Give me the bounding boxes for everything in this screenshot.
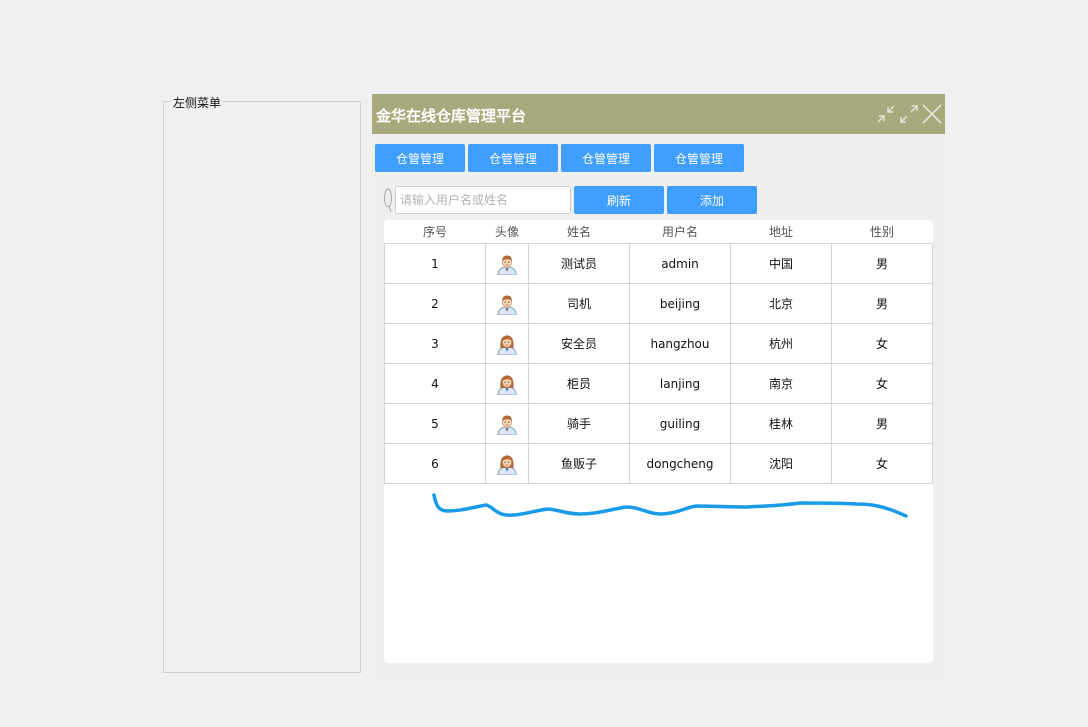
window-title: 金华在线仓库管理平台 (376, 107, 527, 125)
table-row[interactable]: 3 安全员 hangzhou 杭州 女 (384, 323, 933, 364)
table-header-row: 序号 头像 姓名 用户名 地址 性别 (384, 220, 933, 244)
header-name[interactable]: 姓名 (528, 220, 630, 244)
cell-gender: 女 (831, 323, 933, 364)
cell-avatar (485, 443, 529, 484)
search-input[interactable] (395, 186, 571, 214)
header-gender[interactable]: 性别 (831, 220, 933, 244)
cell-address: 南京 (730, 363, 832, 404)
cell-name: 鱼贩子 (528, 443, 630, 484)
cell-address: 沈阳 (730, 443, 832, 484)
male-avatar-icon (497, 295, 517, 315)
header-username[interactable]: 用户名 (629, 220, 731, 244)
cell-avatar (485, 323, 529, 364)
cell-username: lanjing (629, 363, 731, 404)
cell-index: 5 (384, 403, 486, 444)
left-menu-legend: 左侧菜单 (171, 94, 224, 111)
header-address[interactable]: 地址 (730, 220, 832, 244)
cell-avatar (485, 363, 529, 404)
table-row[interactable]: 5 骑手 guiling 桂林 男 (384, 403, 933, 444)
cell-index: 1 (384, 243, 486, 284)
cell-username: guiling (629, 403, 731, 444)
tab-warehouse-3[interactable]: 仓管管理 (561, 144, 651, 172)
user-table: 序号 头像 姓名 用户名 地址 性别 1 测试员 admin 中国 男 2 司机… (384, 220, 933, 484)
cell-address: 北京 (730, 283, 832, 324)
cell-username: beijing (629, 283, 731, 324)
cell-username: admin (629, 243, 731, 284)
cell-name: 安全员 (528, 323, 630, 364)
cell-index: 6 (384, 443, 486, 484)
table-row[interactable]: 6 鱼贩子 dongcheng 沈阳 女 (384, 443, 933, 484)
title-bar[interactable]: 金华在线仓库管理平台 (372, 94, 945, 134)
close-icon[interactable] (921, 103, 943, 125)
cell-gender: 女 (831, 443, 933, 484)
cell-gender: 男 (831, 283, 933, 324)
cell-username: hangzhou (629, 323, 731, 364)
cell-address: 桂林 (730, 403, 832, 444)
cell-name: 司机 (528, 283, 630, 324)
cell-address: 中国 (730, 243, 832, 284)
cell-index: 3 (384, 323, 486, 364)
header-index[interactable]: 序号 (384, 220, 486, 244)
table-row[interactable]: 1 测试员 admin 中国 男 (384, 243, 933, 284)
tab-warehouse-1[interactable]: 仓管管理 (375, 144, 465, 172)
cell-name: 测试员 (528, 243, 630, 284)
cell-address: 杭州 (730, 323, 832, 364)
cell-name: 骑手 (528, 403, 630, 444)
cell-avatar (485, 283, 529, 324)
tab-warehouse-2[interactable]: 仓管管理 (468, 144, 558, 172)
cell-gender: 男 (831, 403, 933, 444)
add-button[interactable]: 添加 (667, 186, 757, 214)
header-avatar[interactable]: 头像 (485, 220, 529, 244)
expand-icon[interactable] (898, 103, 920, 125)
search-icon (384, 188, 392, 213)
male-avatar-icon (497, 255, 517, 275)
female-avatar-icon (497, 455, 517, 475)
female-avatar-icon (497, 375, 517, 395)
left-menu-panel (163, 101, 361, 673)
female-avatar-icon (497, 335, 517, 355)
main-window: 金华在线仓库管理平台 仓管管理 仓管管理 仓管管理 仓管管理 刷新 添加 (372, 94, 945, 682)
cell-index: 2 (384, 283, 486, 324)
user-table-panel: 序号 头像 姓名 用户名 地址 性别 1 测试员 admin 中国 男 2 司机… (384, 220, 933, 663)
cell-avatar (485, 243, 529, 284)
cell-gender: 女 (831, 363, 933, 404)
table-row[interactable]: 2 司机 beijing 北京 男 (384, 283, 933, 324)
tab-warehouse-4[interactable]: 仓管管理 (654, 144, 744, 172)
male-avatar-icon (497, 415, 517, 435)
cell-username: dongcheng (629, 443, 731, 484)
cell-name: 柜员 (528, 363, 630, 404)
cell-avatar (485, 403, 529, 444)
shrink-icon[interactable] (875, 103, 897, 125)
refresh-button[interactable]: 刷新 (574, 186, 664, 214)
cell-gender: 男 (831, 243, 933, 284)
table-row[interactable]: 4 柜员 lanjing 南京 女 (384, 363, 933, 404)
cell-index: 4 (384, 363, 486, 404)
